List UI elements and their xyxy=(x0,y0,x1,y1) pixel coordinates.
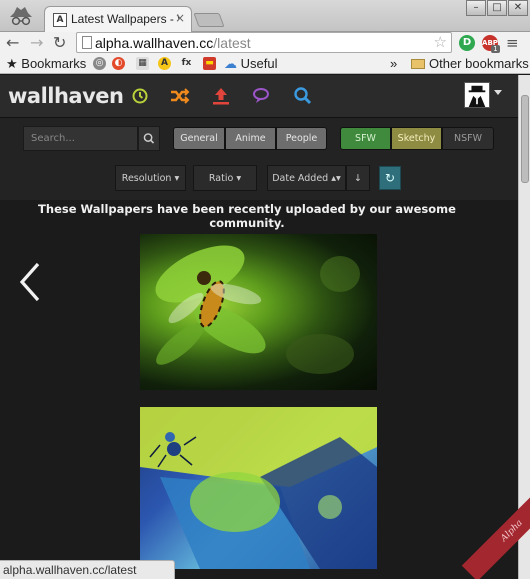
browser-window: A Latest Wallpapers - \ × – □ ✕ ← → ↻ al… xyxy=(0,0,530,579)
sort-label: Date Added xyxy=(272,173,329,184)
bookmarks-label: Bookmarks xyxy=(21,56,87,71)
refresh-icon: ↻ xyxy=(384,171,396,185)
sort-caret-icon: ▴▾ xyxy=(331,173,341,184)
bookmark-ticket-icon[interactable]: ▬ xyxy=(203,57,216,70)
tab-title: Latest Wallpapers - \ xyxy=(71,12,179,26)
user-avatar[interactable] xyxy=(464,82,490,108)
other-bookmarks-button[interactable]: Other bookmarks xyxy=(411,56,529,71)
category-general-toggle[interactable]: General xyxy=(173,127,225,150)
bookmark-useful[interactable]: ☁ Useful xyxy=(224,56,277,72)
bookmark-fx-icon[interactable]: fx xyxy=(180,57,193,70)
ratio-label: Ratio xyxy=(208,173,234,184)
category-anime-toggle[interactable]: Anime xyxy=(225,127,276,150)
new-tab-button[interactable] xyxy=(193,13,225,27)
url-path: /latest xyxy=(213,35,251,51)
close-window-button[interactable]: ✕ xyxy=(508,0,528,16)
status-bar: alpha.wallhaven.cc/latest xyxy=(0,560,175,579)
minimize-button[interactable]: – xyxy=(466,0,486,16)
purity-nsfw-toggle[interactable]: NSFW xyxy=(442,127,494,150)
user-menu-caret-icon[interactable] xyxy=(494,90,502,95)
bookmarks-star-icon: ★ xyxy=(6,56,18,71)
url-text: alpha.wallhaven.cc/latest xyxy=(95,35,251,51)
site-header: wallhaven xyxy=(0,75,518,118)
bookmarks-bar: ★ Bookmarks ◎ ◐ ▦ A fx ▬ ☁ Useful » Othe… xyxy=(0,54,530,74)
purity-sketchy-toggle[interactable]: Sketchy xyxy=(391,127,442,150)
page-icon xyxy=(82,36,92,49)
search-input[interactable]: Search... xyxy=(23,126,138,151)
bookmark-page-icon[interactable]: ▦ xyxy=(136,57,149,70)
maximize-button[interactable]: □ xyxy=(487,0,507,16)
useful-label: Useful xyxy=(240,56,278,71)
forward-arrow-icon[interactable]: → xyxy=(30,33,43,52)
search-submit-icon[interactable] xyxy=(138,126,160,151)
wallpaper-thumbnail[interactable] xyxy=(140,407,377,569)
sort-down-arrow-icon: ↓ xyxy=(354,173,362,184)
reload-icon[interactable]: ↻ xyxy=(53,33,66,52)
resolution-caret-icon: ▾ xyxy=(174,173,180,184)
page-headline: These Wallpapers have been recently uplo… xyxy=(38,202,456,230)
toplist-icon[interactable] xyxy=(129,85,151,107)
bookmark-a-icon[interactable]: A xyxy=(158,57,171,70)
address-bar[interactable]: alpha.wallhaven.cc/latest ☆ xyxy=(76,32,452,53)
chrome-menu-icon[interactable]: ≡ xyxy=(506,34,519,52)
url-host: alpha.wallhaven.cc xyxy=(95,35,214,51)
tab-strip: A Latest Wallpapers - \ × – □ ✕ xyxy=(0,0,530,32)
upload-icon[interactable] xyxy=(210,85,232,107)
sort-dropdown[interactable]: Date Added ▴▾ xyxy=(267,165,346,191)
scrollbar-thumb[interactable] xyxy=(521,95,529,183)
previous-arrow-icon[interactable] xyxy=(16,260,46,304)
refresh-button[interactable]: ↻ xyxy=(379,166,401,190)
sort-order-button[interactable]: ↓ xyxy=(346,165,370,191)
page-favicon-icon: A xyxy=(53,13,67,27)
search-panel: Search... General Anime People SFW Sketc… xyxy=(0,118,518,200)
bookmark-star-icon[interactable]: ☆ xyxy=(434,33,447,51)
ratio-dropdown[interactable]: Ratio ▾ xyxy=(193,165,257,191)
adblock-badge: 1 xyxy=(491,45,500,53)
site-logo[interactable]: wallhaven xyxy=(8,84,124,108)
bookmarks-button[interactable]: ★ Bookmarks xyxy=(6,56,86,72)
wallpaper-content: These Wallpapers have been recently uplo… xyxy=(0,200,518,579)
wallpaper-thumbnail[interactable] xyxy=(140,234,377,390)
extension-d-icon[interactable]: D xyxy=(459,35,475,51)
other-bookmarks-label: Other bookmarks xyxy=(429,56,529,71)
browser-toolbar: ← → ↻ alpha.wallhaven.cc/latest ☆ D ABP … xyxy=(0,32,530,54)
forums-icon[interactable] xyxy=(251,85,273,107)
search-icon[interactable] xyxy=(292,85,314,107)
tab-active[interactable]: A Latest Wallpapers - \ × xyxy=(44,6,192,32)
back-arrow-icon[interactable]: ← xyxy=(6,33,19,52)
resolution-label: Resolution xyxy=(121,173,172,184)
category-people-toggle[interactable]: People xyxy=(276,127,327,150)
random-icon[interactable] xyxy=(168,85,190,107)
folder-icon xyxy=(411,59,425,69)
useful-icon: ☁ xyxy=(224,56,237,71)
bookmarks-overflow-button[interactable]: » xyxy=(390,56,397,71)
tab-close-icon[interactable]: × xyxy=(175,11,185,25)
ratio-caret-icon: ▾ xyxy=(236,173,242,184)
incognito-icon xyxy=(10,7,32,26)
resolution-dropdown[interactable]: Resolution ▾ xyxy=(115,165,186,191)
bookmark-color-icon[interactable]: ◐ xyxy=(112,57,125,70)
purity-sfw-toggle[interactable]: SFW xyxy=(340,127,391,150)
bookmark-globe-icon[interactable]: ◎ xyxy=(93,57,106,70)
